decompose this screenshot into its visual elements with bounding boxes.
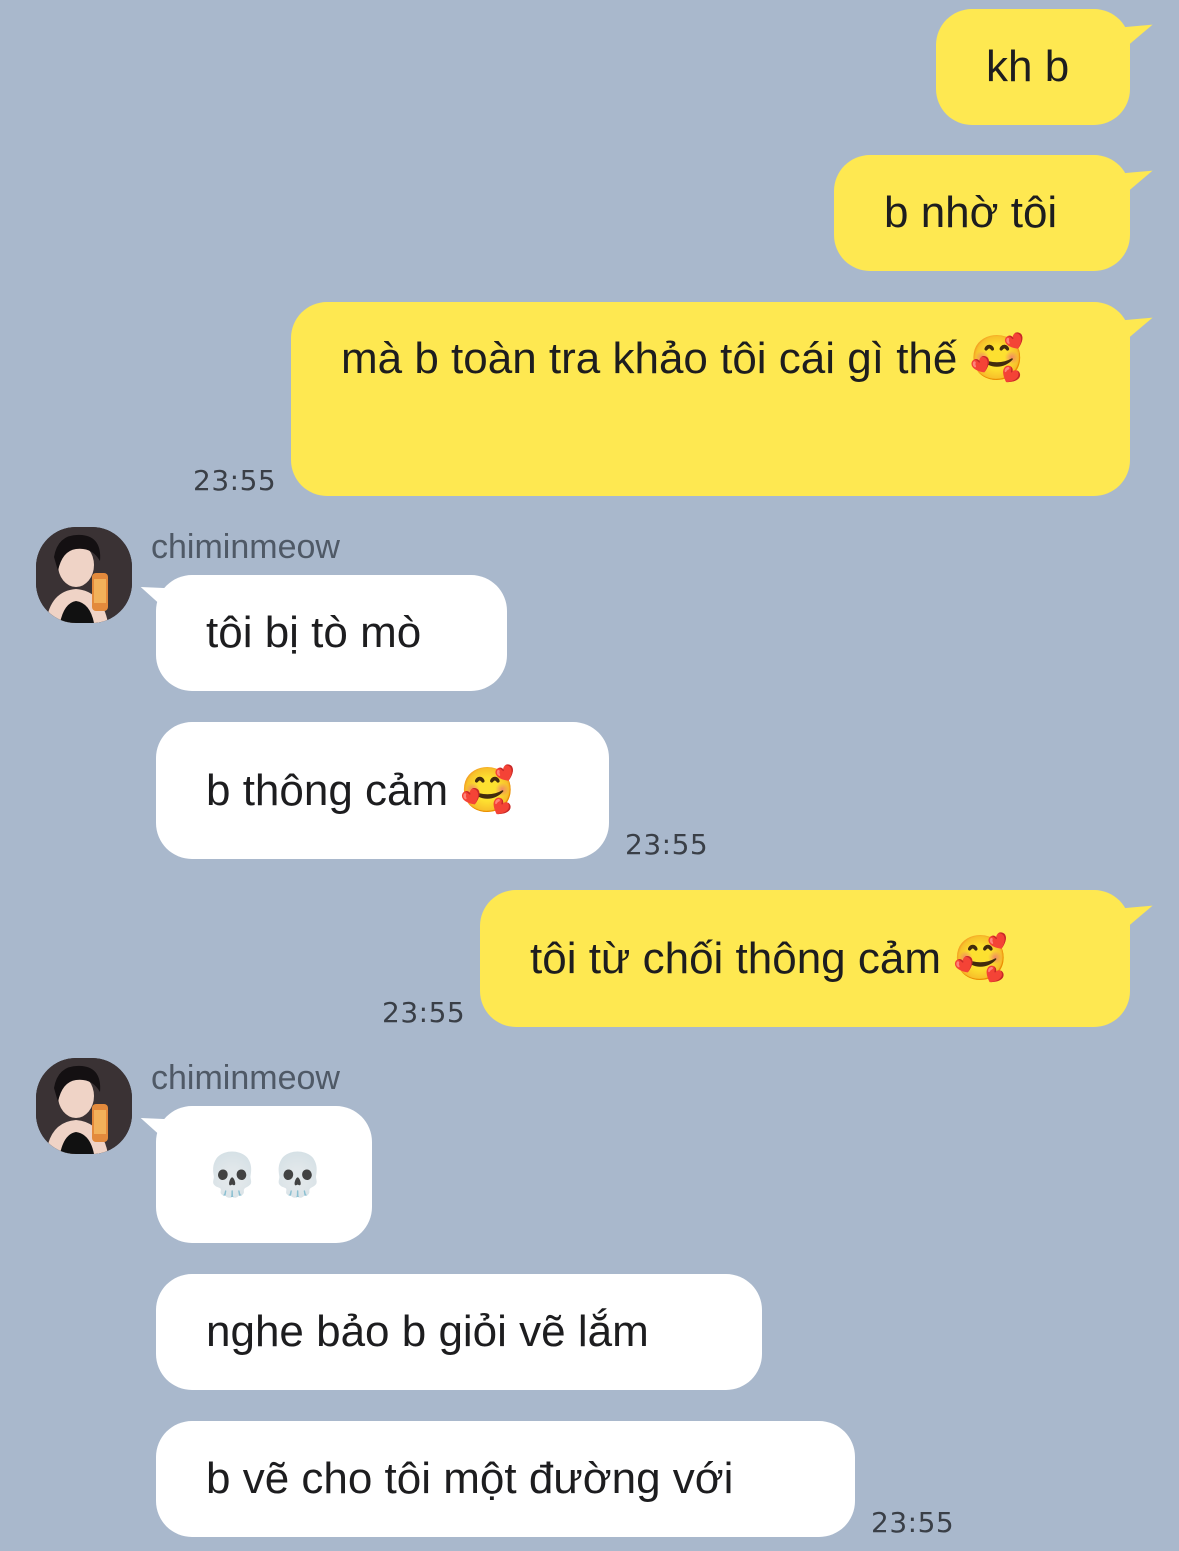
- message-bubble-outgoing[interactable]: kh b: [936, 9, 1130, 125]
- message-text: b vẽ cho tôi một đường với: [206, 1454, 734, 1503]
- message-text: b thông cảm 🥰: [206, 765, 516, 815]
- message-timestamp: 23:55: [193, 464, 277, 497]
- message-timestamp: 23:55: [382, 996, 466, 1029]
- message-bubble-incoming[interactable]: 💀 💀: [156, 1106, 372, 1243]
- avatar[interactable]: [36, 1058, 132, 1154]
- message-text: kh b: [986, 42, 1070, 91]
- message-bubble-outgoing[interactable]: mà b toàn tra khảo tôi cái gì thế 🥰: [291, 302, 1130, 496]
- message-text: nghe bảo b giỏi vẽ lắm: [206, 1307, 649, 1356]
- message-bubble-outgoing[interactable]: tôi từ chối thông cảm 🥰: [480, 890, 1130, 1027]
- chat-area[interactable]: kh b b nhờ tôi mà b toàn tra khảo tôi cá…: [0, 0, 1179, 1551]
- avatar[interactable]: [36, 527, 132, 623]
- sender-name: chiminmeow: [151, 1059, 340, 1097]
- message-text: mà b toàn tra khảo tôi cái gì thế 🥰: [341, 334, 1025, 383]
- message-timestamp: 23:55: [871, 1506, 955, 1539]
- message-text: b nhờ tôi: [884, 188, 1058, 237]
- message-text: tôi từ chối thông cảm 🥰: [530, 933, 1009, 983]
- message-bubble-incoming[interactable]: b thông cảm 🥰: [156, 722, 609, 859]
- message-text: tôi bị tò mò: [206, 608, 422, 657]
- message-bubble-incoming[interactable]: b vẽ cho tôi một đường với: [156, 1421, 855, 1537]
- message-timestamp: 23:55: [625, 828, 709, 861]
- message-bubble-incoming[interactable]: tôi bị tò mò: [156, 575, 507, 691]
- sender-name: chiminmeow: [151, 528, 340, 566]
- message-text: 💀 💀: [206, 1149, 324, 1199]
- message-bubble-outgoing[interactable]: b nhờ tôi: [834, 155, 1130, 271]
- message-bubble-incoming[interactable]: nghe bảo b giỏi vẽ lắm: [156, 1274, 762, 1390]
